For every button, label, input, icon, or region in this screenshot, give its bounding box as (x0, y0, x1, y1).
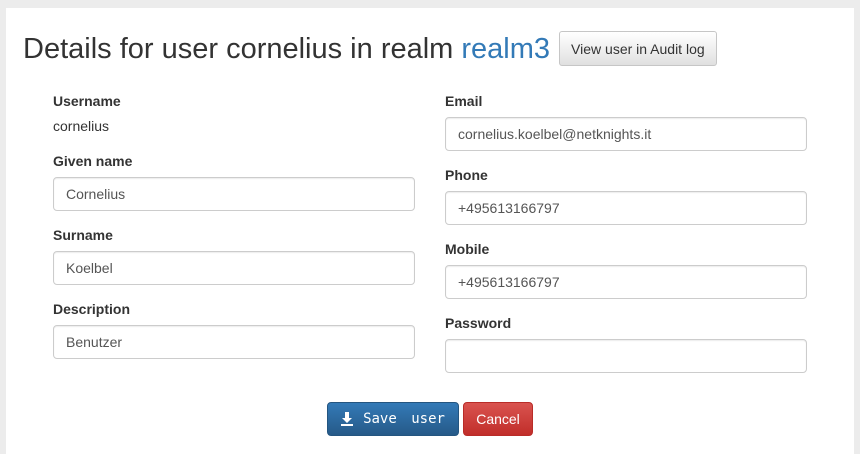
surname-label: Surname (53, 227, 113, 243)
page-header: Details for user cornelius in realm real… (23, 31, 717, 66)
given-name-field[interactable] (53, 177, 415, 211)
email-field[interactable] (445, 117, 807, 151)
save-user-label: Save user (363, 411, 445, 427)
form-actions: Save user Cancel (327, 402, 533, 436)
mobile-label: Mobile (445, 241, 490, 257)
realm-link[interactable]: realm3 (461, 33, 550, 65)
page-title: Details for user cornelius in realm real… (23, 33, 550, 65)
description-field[interactable] (53, 325, 415, 359)
password-field[interactable] (445, 339, 807, 373)
cancel-button[interactable]: Cancel (463, 402, 533, 436)
password-group: Password (445, 314, 807, 373)
surname-field[interactable] (53, 251, 415, 285)
given-name-group: Given name (53, 152, 415, 211)
save-user-button[interactable]: Save user (327, 402, 459, 436)
email-label: Email (445, 93, 483, 109)
given-name-label: Given name (53, 153, 133, 169)
mobile-group: Mobile (445, 240, 807, 299)
username-label: Username (53, 93, 121, 109)
description-label: Description (53, 301, 131, 317)
title-prefix: Details for user cornelius in realm (23, 32, 454, 65)
mobile-field[interactable] (445, 265, 807, 299)
description-group: Description (53, 300, 415, 359)
phone-field[interactable] (445, 191, 807, 225)
download-icon (341, 412, 354, 426)
username-value: cornelius (53, 118, 110, 134)
password-label: Password (445, 315, 512, 331)
view-audit-log-button[interactable]: View user in Audit log (559, 31, 717, 66)
username-group: Username cornelius (53, 92, 415, 135)
phone-group: Phone (445, 166, 807, 225)
user-details-panel: Details for user cornelius in realm real… (6, 8, 854, 454)
surname-group: Surname (53, 226, 415, 285)
email-group: Email (445, 92, 807, 151)
phone-label: Phone (445, 167, 488, 183)
